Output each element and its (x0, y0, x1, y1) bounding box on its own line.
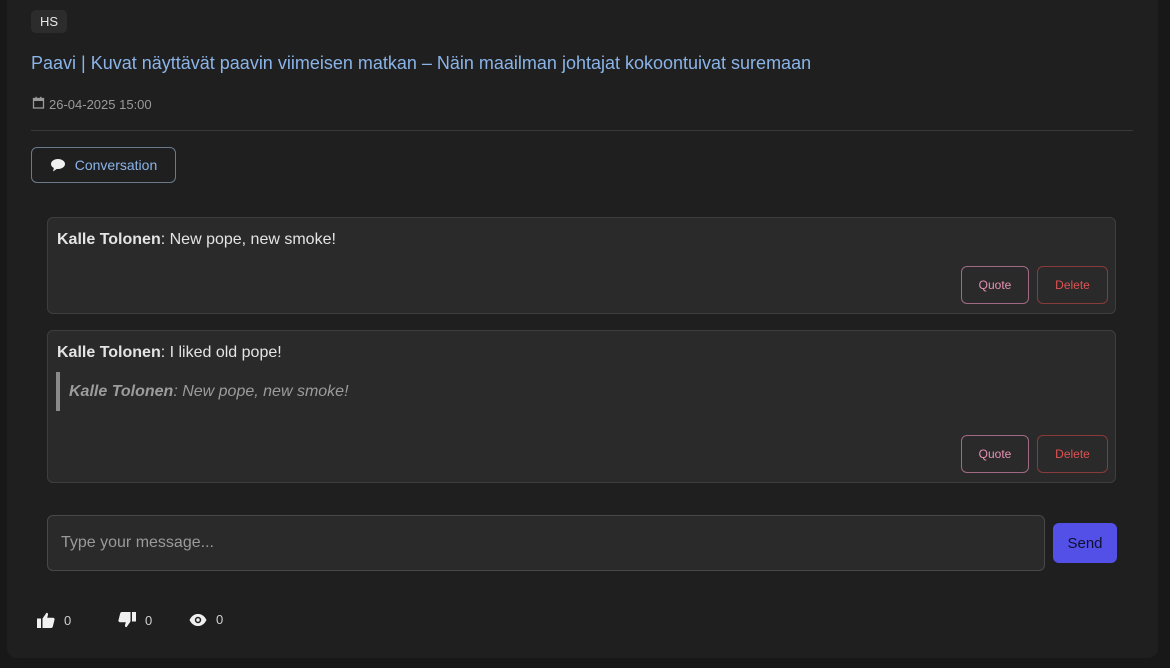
message-text: Kalle Tolonen: New pope, new smoke! (57, 231, 336, 249)
divider (31, 130, 1133, 131)
message-input[interactable] (47, 515, 1045, 571)
article-title-link[interactable]: Paavi | Kuvat näyttävät paavin viimeisen… (31, 53, 811, 74)
source-badge: HS (31, 10, 68, 33)
quote-button[interactable]: Quote (961, 435, 1029, 473)
speech-bubble-icon (50, 158, 66, 172)
views-count: 0 (216, 612, 224, 627)
conversation-button[interactable]: Conversation (31, 147, 176, 183)
message-author: Kalle Tolonen (57, 344, 161, 361)
article-card: HS Paavi | Kuvat näyttävät paavin viimei… (7, 0, 1158, 658)
message-body: : New pope, new smoke! (160, 231, 336, 248)
thumbs-down-icon (118, 612, 136, 628)
dislike-button[interactable]: 0 (118, 612, 152, 628)
views-counter: 0 (189, 612, 223, 627)
conversation-button-label: Conversation (74, 157, 158, 173)
message-item: Kalle Tolonen: I liked old pope! Kalle T… (47, 330, 1116, 483)
quote-button[interactable]: Quote (961, 266, 1029, 304)
dislike-count: 0 (145, 612, 153, 628)
article-date-text: 26-04-2025 15:00 (49, 96, 152, 112)
article-date: 26-04-2025 15:00 (32, 96, 152, 112)
quoted-text: : New pope, new smoke! (173, 382, 349, 400)
calendar-icon (32, 96, 49, 112)
message-body: : I liked old pope! (160, 344, 282, 361)
quoted-author: Kalle Tolonen (69, 382, 174, 400)
message-item: Kalle Tolonen: New pope, new smoke! Quot… (47, 217, 1116, 314)
message-text: Kalle Tolonen: I liked old pope! (57, 344, 282, 362)
quoted-message: Kalle Tolonen: New pope, new smoke! (56, 372, 349, 411)
delete-button[interactable]: Delete (1037, 266, 1108, 304)
message-author: Kalle Tolonen (57, 231, 161, 248)
delete-button[interactable]: Delete (1037, 435, 1108, 473)
like-button[interactable]: 0 (37, 612, 71, 628)
send-button[interactable]: Send (1053, 523, 1117, 563)
eye-icon (189, 613, 207, 626)
like-count: 0 (64, 612, 72, 628)
thumbs-up-icon (37, 612, 55, 628)
